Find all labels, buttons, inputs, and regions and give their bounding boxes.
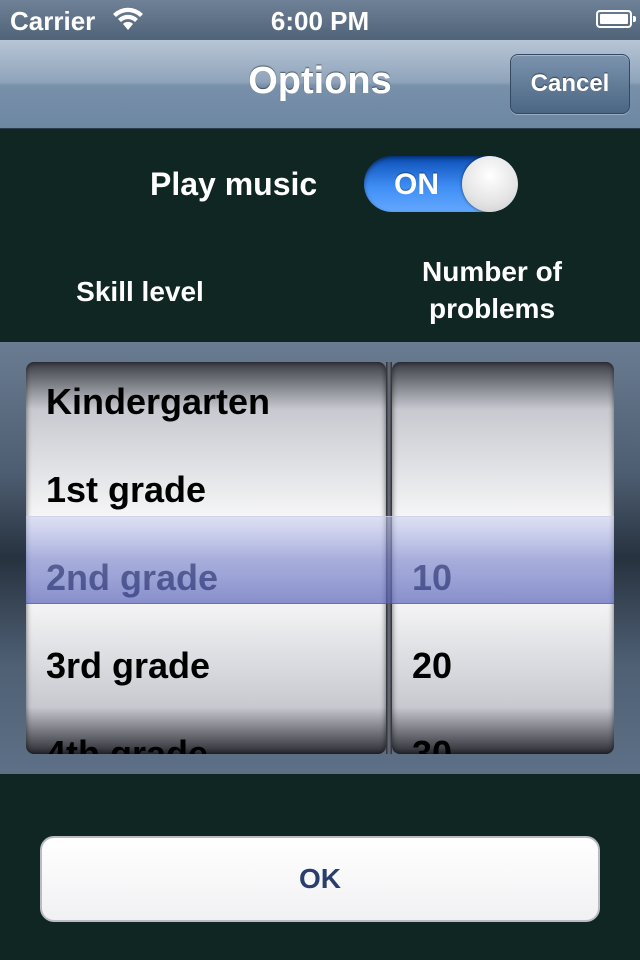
status-bar: Carrier 6:00 PM xyxy=(0,0,640,40)
number-of-problems-wheel[interactable]: 10 20 30 xyxy=(392,362,614,754)
skill-level-header: Skill level xyxy=(76,276,204,307)
clock: 6:00 PM xyxy=(270,6,370,36)
picker-row-3rd-grade[interactable]: 3rd grade xyxy=(46,622,210,710)
navigation-bar: Options Cancel xyxy=(0,40,640,129)
picker-row-4th-grade[interactable]: 4th grade xyxy=(46,710,208,754)
picker-row-30[interactable]: 30 xyxy=(412,710,452,754)
toggle-state-label: ON xyxy=(394,168,439,201)
play-music-label: Play music xyxy=(150,166,318,202)
picker-row-10[interactable]: 10 xyxy=(412,534,452,622)
picker-row-1st-grade[interactable]: 1st grade xyxy=(46,446,206,534)
picker-row-20[interactable]: 20 xyxy=(412,622,452,710)
picker-frame: Kindergarten 1st grade 2nd grade 3rd gra… xyxy=(0,342,640,774)
number-of-problems-header: Number of problems xyxy=(422,256,562,324)
cancel-button[interactable]: Cancel xyxy=(510,54,630,114)
picker-row-2nd-grade[interactable]: 2nd grade xyxy=(46,534,218,622)
skill-level-wheel[interactable]: Kindergarten 1st grade 2nd grade 3rd gra… xyxy=(26,362,386,754)
play-music-toggle[interactable]: ON xyxy=(364,156,518,212)
battery-icon xyxy=(596,10,636,28)
ok-button[interactable]: OK xyxy=(40,836,600,922)
picker-row-kindergarten[interactable]: Kindergarten xyxy=(46,362,270,446)
wheel-divider xyxy=(386,362,392,754)
toggle-knob[interactable] xyxy=(462,156,518,212)
